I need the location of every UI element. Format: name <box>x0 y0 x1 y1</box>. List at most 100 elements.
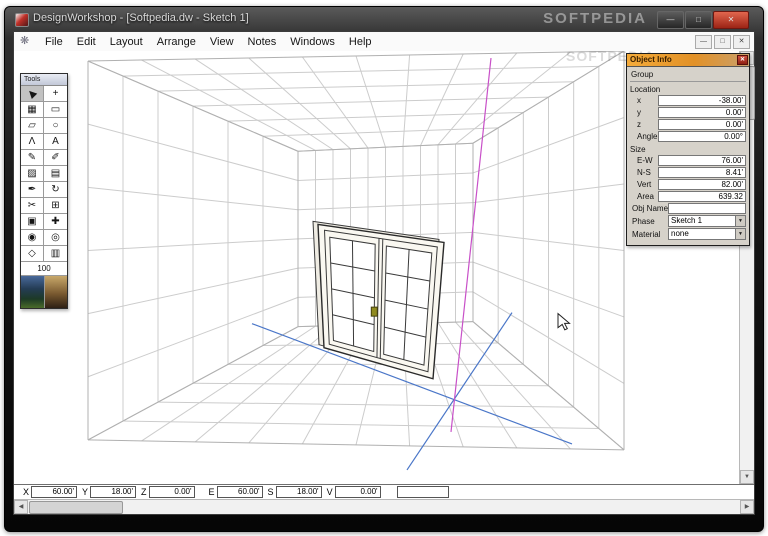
eye-tool-button[interactable]: ◉ <box>21 230 44 246</box>
coord-field-y[interactable]: 18.00' <box>90 486 137 498</box>
document-menu-icon: ❋ <box>20 35 30 47</box>
stamp-tool-button[interactable]: ▤ <box>44 166 67 182</box>
material-label: Material <box>632 229 661 239</box>
menu-arrange[interactable]: Arrange <box>150 36 203 48</box>
scroll-left-button[interactable]: ◀ <box>14 500 28 514</box>
app-icon <box>15 13 29 27</box>
pencil-tool-button[interactable]: ✎ <box>21 150 44 166</box>
measure-icon: ✚ <box>51 216 60 227</box>
menu-edit[interactable]: Edit <box>70 36 103 48</box>
close-button[interactable]: ✕ <box>713 11 749 29</box>
menu-bar: ❋ File Edit Layout Arrange View Notes Wi… <box>14 32 754 52</box>
x-field[interactable]: -38.00' <box>658 95 746 106</box>
scroll-left-icon: ◀ <box>18 504 24 510</box>
material-dropdown[interactable]: none ▼ <box>668 228 746 240</box>
tools-grid: ▶ + ▦ ▭ ▱ ○ Λ A ✎ ✐ ▨ ▤ ✒ ↻ ✂ ⊞ ▣ ✚ ◉ ◎ … <box>21 86 67 262</box>
polyline-icon: Λ <box>28 136 36 147</box>
horizontal-scrollbar[interactable]: ◀ ▶ <box>14 499 754 514</box>
obj-name-label: Obj Name <box>632 204 669 213</box>
rectangle-tool-button[interactable]: ▭ <box>44 102 67 118</box>
y-label: y <box>637 108 641 117</box>
minimize-button[interactable]: — <box>657 11 684 29</box>
ellipse-tool-button[interactable]: ○ <box>44 118 67 134</box>
maximize-button[interactable]: □ <box>685 11 712 29</box>
object-info-palette[interactable]: Object Info ✕ Group Location x -38.00' y 0… <box>626 53 750 246</box>
polyline-tool-button[interactable]: Λ <box>21 134 44 150</box>
coord-field-z[interactable]: 0.00' <box>148 486 195 498</box>
vert-field[interactable]: 82.00' <box>658 179 746 190</box>
box3d-icon: ◇ <box>28 248 36 259</box>
object-info-title: Object Info <box>630 55 672 64</box>
title-bar[interactable]: DesignWorkshop - [Softpedia.dw - Sketch … <box>5 7 763 31</box>
phase-dropdown[interactable]: Sketch 1 ▼ <box>668 215 746 227</box>
parallelogram-tool-button[interactable]: ▱ <box>21 118 44 134</box>
chevron-down-icon[interactable]: ▼ <box>735 229 745 239</box>
group-label[interactable]: Group <box>630 69 746 82</box>
mdi-restore-button[interactable]: □ <box>714 35 731 49</box>
menu-notes[interactable]: Notes <box>241 36 284 48</box>
terrain-thumbnail-2[interactable] <box>44 276 67 308</box>
coord-field-v[interactable]: 0.00' <box>334 486 381 498</box>
scroll-right-button[interactable]: ▶ <box>740 500 754 514</box>
coord-label-y: Y <box>82 487 89 497</box>
horizontal-scroll-thumb[interactable] <box>29 501 123 514</box>
walls-tool-button[interactable]: ▥ <box>44 246 67 262</box>
cursor-arrow <box>557 312 571 331</box>
location-section-label: Location <box>630 85 661 94</box>
hatch-tool-button[interactable]: ▨ <box>21 166 44 182</box>
z-field[interactable]: 0.00' <box>658 119 746 130</box>
area-label: Area <box>637 192 654 201</box>
pencil-icon: ✎ <box>27 152 37 163</box>
text-icon: A <box>52 136 59 147</box>
grid-tool-button[interactable]: ⊞ <box>44 198 67 214</box>
ew-field[interactable]: 76.00' <box>658 155 746 166</box>
mdi-close-button[interactable]: ✕ <box>733 35 750 49</box>
tools-palette-title[interactable]: Tools <box>21 74 67 86</box>
text-tool-button[interactable]: A <box>44 134 67 150</box>
box3d-tool-button[interactable]: ◇ <box>21 246 44 262</box>
object-info-body: Group Location x -38.00' y 0.00' z 0.00' An… <box>627 67 749 245</box>
application-window: DesignWorkshop - [Softpedia.dw - Sketch … <box>4 6 764 532</box>
measure-tool-button[interactable]: ✚ <box>44 214 67 230</box>
terrain-thumbnail-1[interactable] <box>21 276 45 308</box>
coord-label-v: V <box>326 487 333 497</box>
pointer-tool-button[interactable]: ▶ <box>21 86 44 102</box>
menu-windows[interactable]: Windows <box>283 36 342 48</box>
move-tool-button[interactable]: + <box>44 86 67 102</box>
menu-view[interactable]: View <box>203 36 241 48</box>
trim-icon: ✂ <box>27 200 37 211</box>
ns-field[interactable]: 8.41' <box>658 167 746 178</box>
marquee-tool-button[interactable]: ▦ <box>21 102 44 118</box>
pen-tool-button[interactable]: ✐ <box>44 150 67 166</box>
size-section-label: Size <box>630 145 646 154</box>
menu-layout[interactable]: Layout <box>103 36 150 48</box>
zoom-level[interactable]: 100 <box>21 262 67 276</box>
walls-icon: ▥ <box>50 248 61 259</box>
coord-field-x[interactable]: 60.00' <box>31 486 78 498</box>
chevron-down-icon[interactable]: ▼ <box>735 216 745 226</box>
area-field[interactable]: 639.32 <box>658 191 746 202</box>
tools-palette[interactable]: Tools ▶ + ▦ ▭ ▱ ○ Λ A ✎ ✐ ▨ ▤ ✒ ↻ ✂ ⊞ ▣ … <box>20 73 68 309</box>
coord-field-e[interactable]: 60.00' <box>216 486 263 498</box>
rectangle-icon: ▭ <box>50 104 61 115</box>
rotate-tool-button[interactable]: ↻ <box>44 182 67 198</box>
object-info-title-bar[interactable]: Object Info ✕ <box>627 54 749 67</box>
eyedropper-icon: ✒ <box>27 184 37 195</box>
mdi-restore-icon: □ <box>720 38 725 45</box>
y-field[interactable]: 0.00' <box>658 107 746 118</box>
menu-file[interactable]: File <box>38 36 70 48</box>
obj-name-field[interactable] <box>668 203 746 214</box>
eyedropper-tool-button[interactable]: ✒ <box>21 182 44 198</box>
angle-field[interactable]: 0.00° <box>658 131 746 142</box>
camera-tool-button[interactable]: ◎ <box>44 230 67 246</box>
material-value: none <box>671 229 689 238</box>
mdi-minimize-button[interactable]: — <box>695 35 712 49</box>
menu-help[interactable]: Help <box>342 36 379 48</box>
coord-field-s[interactable]: 18.00' <box>275 486 322 498</box>
palette-close-button[interactable]: ✕ <box>737 55 748 65</box>
grid-icon: ⊞ <box>51 200 60 211</box>
coord-extra-field[interactable] <box>396 486 449 498</box>
scroll-down-button[interactable]: ▼ <box>740 470 754 484</box>
layers-tool-button[interactable]: ▣ <box>21 214 44 230</box>
trim-tool-button[interactable]: ✂ <box>21 198 44 214</box>
